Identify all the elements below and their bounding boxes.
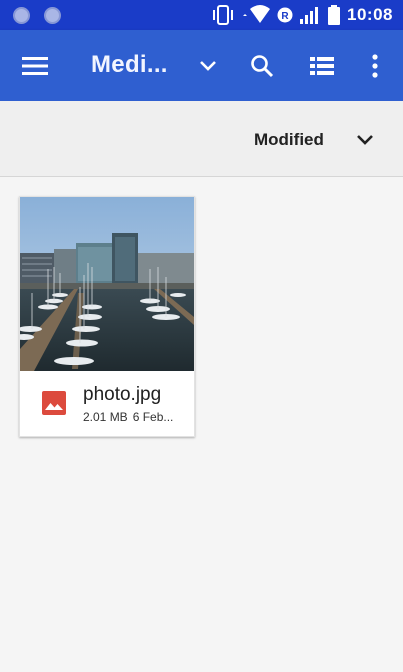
- file-date: 6 Feb...: [132, 410, 174, 424]
- list-view-icon: [310, 57, 334, 75]
- page-title[interactable]: Medi...: [91, 51, 168, 79]
- roaming-icon: R: [277, 7, 293, 23]
- clock: 10:08: [347, 5, 393, 24]
- image-file-icon: [42, 391, 66, 415]
- sort-label[interactable]: Modified: [254, 130, 324, 150]
- chevron-down-icon: [357, 135, 373, 145]
- roots-dropdown-button[interactable]: [190, 48, 226, 84]
- notification-icon: [13, 7, 30, 24]
- menu-button[interactable]: [12, 48, 58, 84]
- wifi-icon: [243, 5, 271, 23]
- app-bar: Medi...: [0, 30, 403, 101]
- file-size: 2.01 MB: [83, 410, 128, 424]
- search-button[interactable]: [242, 46, 282, 86]
- list-view-button[interactable]: [302, 46, 342, 86]
- file-card[interactable]: photo.jpg 2.01 MB 6 Feb...: [19, 196, 195, 437]
- status-bar: R 10:08: [0, 0, 403, 30]
- hamburger-icon: [22, 57, 48, 75]
- sort-dropdown-button[interactable]: [350, 125, 380, 155]
- signal-icon: [300, 7, 319, 24]
- photo-thumbnail: [20, 197, 194, 371]
- chevron-down-icon: [200, 61, 216, 71]
- more-vert-icon: [372, 54, 378, 78]
- more-options-button[interactable]: [360, 46, 390, 86]
- notification-icon: [44, 7, 61, 24]
- svg-text:R: R: [281, 11, 289, 22]
- battery-icon: [328, 5, 341, 25]
- vibrate-icon: [213, 5, 234, 25]
- search-icon: [251, 55, 274, 78]
- file-meta: 2.01 MB 6 Feb...: [83, 410, 173, 424]
- file-name: photo.jpg: [83, 384, 162, 405]
- sort-bar: Modified: [0, 101, 403, 177]
